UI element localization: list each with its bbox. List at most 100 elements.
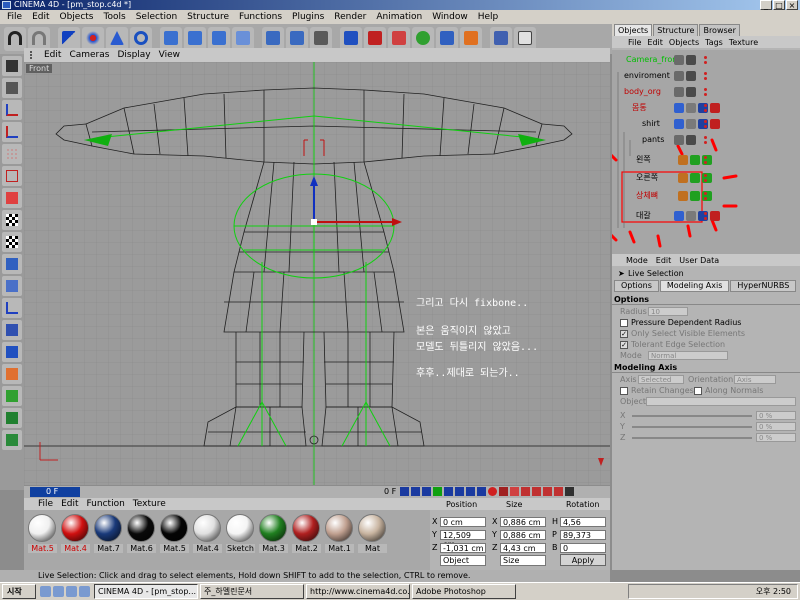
use-camera-button[interactable] (2, 78, 22, 98)
material-menu-edit[interactable]: Edit (61, 499, 78, 509)
parameter-key-button[interactable] (554, 487, 563, 496)
x-slider[interactable] (632, 415, 752, 417)
tag-icon[interactable] (686, 135, 696, 145)
task-cinema4d[interactable]: CINEMA 4D - [pm_stop... (94, 584, 198, 599)
snap-button[interactable] (2, 408, 22, 428)
axis-mode-button[interactable] (2, 100, 22, 120)
tag-icon[interactable] (674, 135, 684, 145)
tag-icon[interactable] (710, 211, 720, 221)
render-visibility-dot[interactable] (704, 197, 707, 200)
menu-render[interactable]: Render (329, 12, 371, 22)
rotation-p-field[interactable]: 89,373 (560, 529, 606, 540)
attr-menu-mode[interactable]: Mode (626, 256, 648, 265)
texture-axis-button[interactable] (2, 232, 22, 252)
axis-select[interactable]: Selected (638, 375, 684, 384)
pla-key-button[interactable] (565, 487, 574, 496)
material-swatch[interactable]: Mat.3 (259, 514, 288, 553)
render-visibility-dot[interactable] (704, 93, 707, 96)
material-menu-texture[interactable]: Texture (133, 499, 166, 509)
material-swatch[interactable]: Mat.6 (127, 514, 156, 553)
next-key-button[interactable] (466, 487, 475, 496)
object-row[interactable]: pants (642, 134, 664, 146)
render-visibility-dot[interactable] (704, 125, 707, 128)
pressure-checkbox[interactable] (620, 319, 628, 327)
rotation-key-button[interactable] (543, 487, 552, 496)
along-normals-checkbox[interactable] (694, 387, 702, 395)
render-visibility-dot[interactable] (704, 161, 707, 164)
start-button[interactable]: 시작 (2, 584, 36, 599)
autokey-button[interactable] (499, 487, 508, 496)
editor-visibility-dot[interactable] (704, 136, 707, 139)
editor-visibility-dot[interactable] (704, 72, 707, 75)
object-row[interactable]: shirt (642, 118, 660, 130)
object-hierarchy[interactable]: Camera_front enviroment body_org 몸통 shirt pan… (612, 50, 800, 256)
tag-icon[interactable] (674, 71, 684, 81)
object-row[interactable]: 상체뼈 (636, 190, 658, 202)
size-y-field[interactable]: 0,886 cm (500, 529, 546, 540)
viewport-menu-cameras[interactable]: Cameras (69, 50, 109, 60)
menu-plugins[interactable]: Plugins (287, 12, 329, 22)
object-row[interactable]: 왼쪽 (636, 154, 651, 166)
material-swatch[interactable]: Mat.1 (325, 514, 354, 553)
mode-select[interactable]: Normal (648, 351, 728, 360)
obj-menu-edit[interactable]: Edit (647, 38, 663, 47)
object-link-field[interactable] (646, 397, 796, 406)
menu-window[interactable]: Window (427, 12, 473, 22)
editor-visibility-dot[interactable] (704, 174, 707, 177)
object-row[interactable]: Camera_front (626, 54, 680, 66)
tag-icon[interactable] (674, 211, 684, 221)
texture-mode-button[interactable] (2, 210, 22, 230)
maximize-button[interactable]: □ (773, 0, 785, 10)
point-mode-button[interactable] (2, 144, 22, 164)
prev-key-button[interactable] (411, 487, 420, 496)
current-frame-slider[interactable]: 0 F (30, 487, 80, 497)
tag-icon[interactable] (674, 87, 684, 97)
viewport-menu-edit[interactable]: Edit (44, 50, 61, 60)
editor-visibility-dot[interactable] (704, 192, 707, 195)
editor-visibility-dot[interactable] (704, 212, 707, 215)
editor-visibility-dot[interactable] (704, 104, 707, 107)
editor-visibility-dot[interactable] (704, 56, 707, 59)
z-slider[interactable] (632, 437, 752, 439)
menu-edit[interactable]: Edit (27, 12, 54, 22)
render-visibility-dot[interactable] (704, 109, 707, 112)
menu-animation[interactable]: Animation (371, 12, 427, 22)
next-frame-button[interactable] (455, 487, 464, 496)
object-row[interactable]: body_org (624, 86, 661, 98)
apply-button[interactable]: Apply (560, 554, 606, 566)
material-swatch[interactable]: Mat.4 (193, 514, 222, 553)
minimize-button[interactable]: _ (760, 0, 772, 10)
editor-visibility-dot[interactable] (704, 120, 707, 123)
size-x-field[interactable]: 0,886 cm (500, 516, 546, 527)
obj-menu-file[interactable]: File (628, 38, 641, 47)
tag-icon[interactable] (686, 119, 696, 129)
object-row[interactable]: 몸통 (632, 102, 647, 114)
workplane-button[interactable] (2, 386, 22, 406)
x-value-field[interactable]: 0 % (756, 411, 796, 420)
tag-icon[interactable] (678, 191, 688, 201)
coord-mode-select[interactable]: Object (440, 555, 486, 566)
menu-functions[interactable]: Functions (234, 12, 287, 22)
timeline-bar[interactable]: 0 F 0 F (24, 486, 610, 498)
material-swatch[interactable]: Mat.4 (61, 514, 90, 553)
animation-path-button[interactable] (2, 320, 22, 340)
quick-launch-ie-icon[interactable] (53, 586, 64, 597)
obj-menu-objects[interactable]: Objects (669, 38, 699, 47)
menu-tools[interactable]: Tools (99, 12, 131, 22)
y-value-field[interactable]: 0 % (756, 422, 796, 431)
position-x-field[interactable]: 0 cm (440, 516, 486, 527)
tag-icon[interactable] (690, 173, 700, 183)
object-row[interactable]: enviroment (624, 70, 670, 82)
tag-icon[interactable] (686, 87, 696, 97)
object-axis-button[interactable] (2, 122, 22, 142)
inverse-kinematics-button[interactable] (2, 298, 22, 318)
render-visibility-dot[interactable] (704, 179, 707, 182)
only-visible-checkbox[interactable]: ✓ (620, 330, 628, 338)
tag-icon[interactable] (678, 155, 688, 165)
quick-launch-media-icon[interactable] (66, 586, 77, 597)
layout-button[interactable] (2, 56, 22, 76)
task-document[interactable]: 주_하멜린문서 (200, 584, 304, 599)
tag-icon[interactable] (690, 155, 700, 165)
tag-icon[interactable] (710, 103, 720, 113)
front-viewport[interactable]: Edit Cameras Display View Front 그리고 다시 f… (24, 48, 610, 485)
